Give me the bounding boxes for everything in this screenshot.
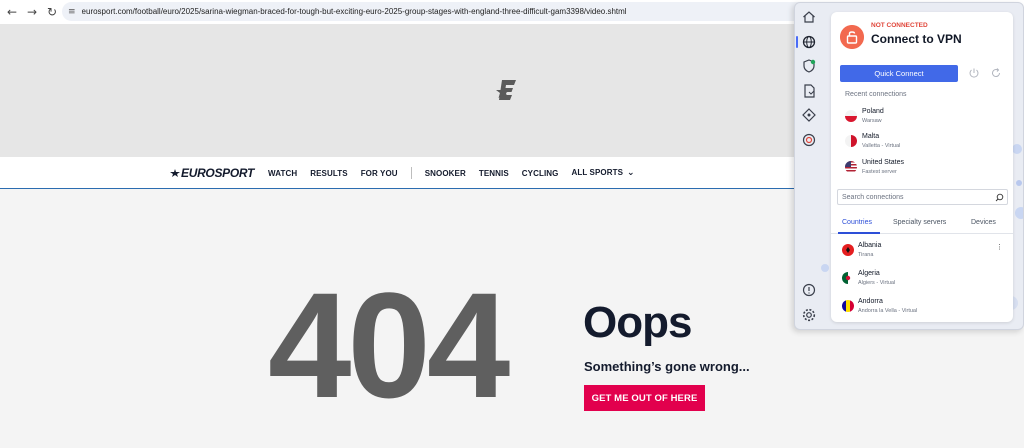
vpn-headline: Connect to VPN [871, 32, 962, 46]
vpn-extension-popup: NOT CONNECTED Connect to VPN Quick Conne… [794, 2, 1024, 330]
reload-icon: ↻ [46, 5, 58, 19]
nav-link-for-you[interactable]: FOR YOU [361, 169, 398, 178]
country-name: Andorra [858, 298, 883, 305]
tab-devices[interactable]: Devices [971, 219, 996, 226]
url-text: eurosport.com/football/euro/2025/sarina-… [81, 7, 627, 16]
connection-status: NOT CONNECTED [871, 22, 928, 29]
target-icon[interactable] [801, 132, 817, 148]
recent-connection-item[interactable]: Malta Valletta - Virtual [840, 130, 1004, 154]
connection-name: United States [862, 159, 905, 166]
nav-link-tennis[interactable]: TENNIS [479, 169, 509, 178]
malta-flag-icon [845, 135, 857, 147]
nav-links: WATCH RESULTS FOR YOU SNOOKER TENNIS CYC… [268, 157, 648, 189]
shield-icon[interactable] [801, 58, 817, 74]
country-item[interactable]: Andorra Andorra la Vella - Virtual [837, 296, 1007, 320]
tab-countries[interactable]: Countries [842, 219, 872, 226]
eurosport-logo-icon [496, 80, 516, 100]
search-placeholder: Search connections [842, 194, 904, 201]
arrow-right-icon: → [26, 5, 38, 19]
refresh-icon[interactable] [990, 67, 1002, 79]
nav-link-watch[interactable]: WATCH [268, 169, 297, 178]
nav-link-all-sports-label: ALL SPORTS [571, 168, 624, 177]
connection-detail: Fastest server [862, 169, 897, 175]
nav-link-snooker[interactable]: SNOOKER [425, 169, 466, 178]
eurosport-brand-logo[interactable]: EUROSPORT [170, 166, 254, 180]
arrow-left-icon: ← [6, 5, 18, 19]
recent-connection-item[interactable]: Poland Warsaw [840, 105, 1004, 129]
nav-divider [410, 167, 412, 179]
country-name: Algeria [858, 270, 880, 277]
nav-link-results[interactable]: RESULTS [310, 169, 347, 178]
nav-link-cycling[interactable]: CYCLING [522, 169, 559, 178]
connection-detail: Warsaw [862, 118, 882, 124]
poland-flag-icon [845, 110, 857, 122]
forward-button[interactable]: → [22, 0, 42, 24]
country-city: Tirana [858, 252, 874, 258]
star-icon [170, 169, 180, 177]
connection-name: Poland [862, 108, 884, 115]
recent-connection-item[interactable]: United States Fastest server [840, 156, 1004, 180]
nav-link-all-sports[interactable]: ALL SPORTS ⌄ [572, 168, 635, 178]
reload-button[interactable]: ↻ [42, 0, 62, 24]
country-city: Algiers - Virtual [858, 280, 896, 286]
unlocked-padlock-icon [840, 25, 864, 49]
connection-name: Malta [862, 133, 880, 140]
vpn-main-panel: NOT CONNECTED Connect to VPN Quick Conne… [831, 12, 1013, 322]
server-tabs: Countries Specialty servers Devices [831, 217, 1013, 234]
tab-specialty-servers[interactable]: Specialty servers [893, 219, 946, 226]
get-me-out-button[interactable]: GET ME OUT OF HERE [584, 385, 705, 411]
back-button[interactable]: ← [2, 0, 22, 24]
error-subtitle: Something’s gone wrong... [584, 359, 750, 374]
power-icon[interactable] [968, 67, 980, 79]
usa-flag-icon [845, 161, 857, 173]
algeria-flag-icon [842, 272, 854, 284]
help-chat-icon[interactable] [801, 282, 817, 298]
country-name: Albania [858, 242, 882, 249]
andorra-flag-icon [842, 300, 854, 312]
brand-text: EUROSPORT [181, 166, 255, 180]
sidebar-active-indicator [796, 36, 798, 48]
country-item[interactable]: Algeria Algiers - Virtual [837, 268, 1007, 292]
search-connections-input[interactable]: Search connections [837, 189, 1008, 205]
albania-flag-icon [842, 244, 854, 256]
connection-detail: Valletta - Virtual [862, 143, 901, 149]
file-icon[interactable] [801, 83, 817, 99]
home-icon[interactable] [801, 9, 817, 25]
site-info-icon[interactable]: ≡ [68, 7, 76, 17]
active-tab-indicator [838, 232, 880, 234]
country-city: Andorra la Vella - Virtual [858, 308, 918, 314]
puzzle-icon[interactable] [801, 107, 817, 123]
vpn-sidebar [795, 3, 823, 329]
recent-connections-title: Recent connections [845, 91, 907, 98]
error-title: Oops [583, 298, 692, 347]
chevron-down-icon: ⌄ [627, 168, 635, 178]
more-options-icon[interactable]: ⋮ [996, 243, 1003, 251]
error-code: 404 [268, 261, 510, 429]
quick-connect-button[interactable]: Quick Connect [840, 65, 958, 82]
search-icon [995, 193, 1004, 202]
globe-icon[interactable] [801, 34, 817, 50]
address-bar[interactable]: ≡ eurosport.com/football/euro/2025/sarin… [62, 2, 822, 21]
gear-icon[interactable] [801, 307, 817, 323]
country-item[interactable]: Albania Tirana ⋮ [837, 240, 1007, 264]
